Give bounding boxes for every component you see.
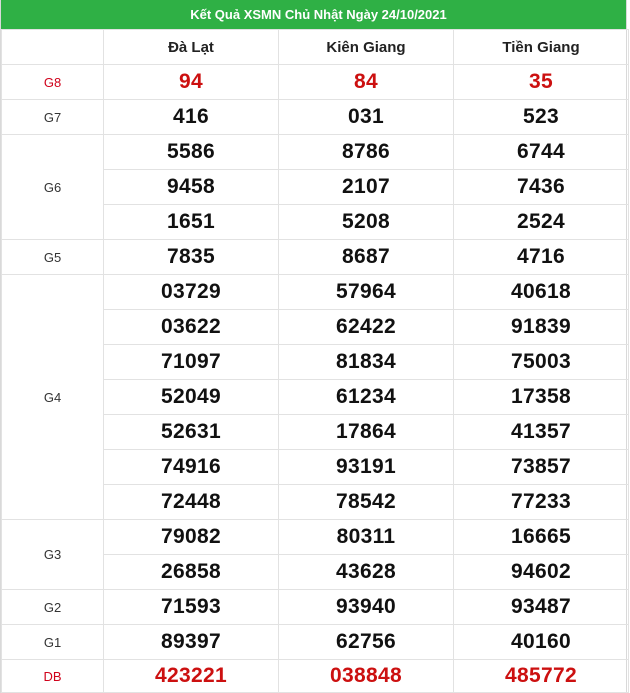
result-number: 40618 bbox=[453, 274, 629, 310]
result-number: 91839 bbox=[453, 309, 629, 345]
result-number: 52049 bbox=[103, 379, 279, 415]
result-number: 81834 bbox=[278, 344, 454, 380]
result-number: 5208 bbox=[278, 204, 454, 240]
prize-row-g1: G1 89397 62756 40160 bbox=[1, 624, 629, 660]
prize-label: G4 bbox=[1, 274, 104, 520]
result-number: 1651 bbox=[103, 204, 279, 240]
result-number: 75003 bbox=[453, 344, 629, 380]
result-number: 80311 bbox=[278, 519, 454, 555]
prize-label: G8 bbox=[1, 64, 104, 100]
result-number: 57964 bbox=[278, 274, 454, 310]
result-number: 26858 bbox=[103, 554, 279, 590]
result-number: 52631 bbox=[103, 414, 279, 450]
prize-row-g4: G4 03729 57964 40618 bbox=[1, 274, 629, 520]
prize-row-g3: G3 79082 80311 16665 bbox=[1, 519, 629, 590]
results-panel: Kết Quả XSMN Chủ Nhật Ngày 24/10/2021 Đà… bbox=[0, 0, 629, 693]
result-number: 62756 bbox=[278, 624, 454, 660]
result-number: 93487 bbox=[453, 589, 629, 625]
prize-label: G7 bbox=[1, 99, 104, 135]
prize-row-db: DB 423221 038848 485772 bbox=[1, 659, 629, 693]
result-number: 038848 bbox=[278, 659, 454, 693]
result-number: 7835 bbox=[103, 239, 279, 275]
prize-label: DB bbox=[1, 659, 104, 693]
result-number: 2107 bbox=[278, 169, 454, 205]
result-number: 62422 bbox=[278, 309, 454, 345]
prize-label: G6 bbox=[1, 134, 104, 240]
result-number: 16665 bbox=[453, 519, 629, 555]
result-number: 84 bbox=[278, 64, 454, 100]
result-number: 77233 bbox=[453, 484, 629, 520]
result-number: 61234 bbox=[278, 379, 454, 415]
result-number: 73857 bbox=[453, 449, 629, 485]
result-number: 523 bbox=[453, 99, 629, 135]
result-number: 72448 bbox=[103, 484, 279, 520]
result-number: 17358 bbox=[453, 379, 629, 415]
result-number: 2524 bbox=[453, 204, 629, 240]
prize-label: G5 bbox=[1, 239, 104, 275]
result-number: 40160 bbox=[453, 624, 629, 660]
province-header[interactable]: Kiên Giang bbox=[278, 29, 454, 65]
prize-rows: G8 94 84 35 G7 416 031 523 G6 5586 8786 6744 9458 210… bbox=[1, 64, 629, 693]
result-number: 031 bbox=[278, 99, 454, 135]
result-number: 8786 bbox=[278, 134, 454, 170]
prize-row-g6: G6 5586 8786 6744 bbox=[1, 134, 629, 240]
province-header[interactable]: Đà Lạt bbox=[103, 29, 279, 65]
result-number: 74916 bbox=[103, 449, 279, 485]
province-header[interactable]: Tiền Giang bbox=[453, 29, 629, 65]
results-table: Đà Lạt Kiên Giang Tiền Giang G8 94 84 35 G7 4… bbox=[1, 29, 629, 693]
result-number: 6744 bbox=[453, 134, 629, 170]
result-number: 94 bbox=[103, 64, 279, 100]
result-number: 03622 bbox=[103, 309, 279, 345]
result-number: 17864 bbox=[278, 414, 454, 450]
result-number: 5586 bbox=[103, 134, 279, 170]
result-number: 03729 bbox=[103, 274, 279, 310]
result-number: 7436 bbox=[453, 169, 629, 205]
result-number: 71593 bbox=[103, 589, 279, 625]
result-number: 41357 bbox=[453, 414, 629, 450]
result-number: 35 bbox=[453, 64, 629, 100]
result-number: 4716 bbox=[453, 239, 629, 275]
province-header-row: Đà Lạt Kiên Giang Tiền Giang bbox=[1, 29, 629, 65]
prize-label: G2 bbox=[1, 589, 104, 625]
results-title: Kết Quả XSMN Chủ Nhật Ngày 24/10/2021 bbox=[1, 0, 626, 29]
prize-label: G1 bbox=[1, 624, 104, 660]
result-number: 79082 bbox=[103, 519, 279, 555]
result-number: 94602 bbox=[453, 554, 629, 590]
result-number: 43628 bbox=[278, 554, 454, 590]
result-number: 78542 bbox=[278, 484, 454, 520]
header-blank-cell bbox=[1, 29, 104, 65]
result-number: 485772 bbox=[453, 659, 629, 693]
prize-row-g2: G2 71593 93940 93487 bbox=[1, 589, 629, 625]
result-number: 423221 bbox=[103, 659, 279, 693]
result-number: 93940 bbox=[278, 589, 454, 625]
result-number: 8687 bbox=[278, 239, 454, 275]
prize-row-g5: G5 7835 8687 4716 bbox=[1, 239, 629, 275]
result-number: 93191 bbox=[278, 449, 454, 485]
result-number: 9458 bbox=[103, 169, 279, 205]
prize-row-g7: G7 416 031 523 bbox=[1, 99, 629, 135]
prize-label: G3 bbox=[1, 519, 104, 590]
result-number: 89397 bbox=[103, 624, 279, 660]
result-number: 416 bbox=[103, 99, 279, 135]
prize-row-g8: G8 94 84 35 bbox=[1, 64, 629, 100]
result-number: 71097 bbox=[103, 344, 279, 380]
